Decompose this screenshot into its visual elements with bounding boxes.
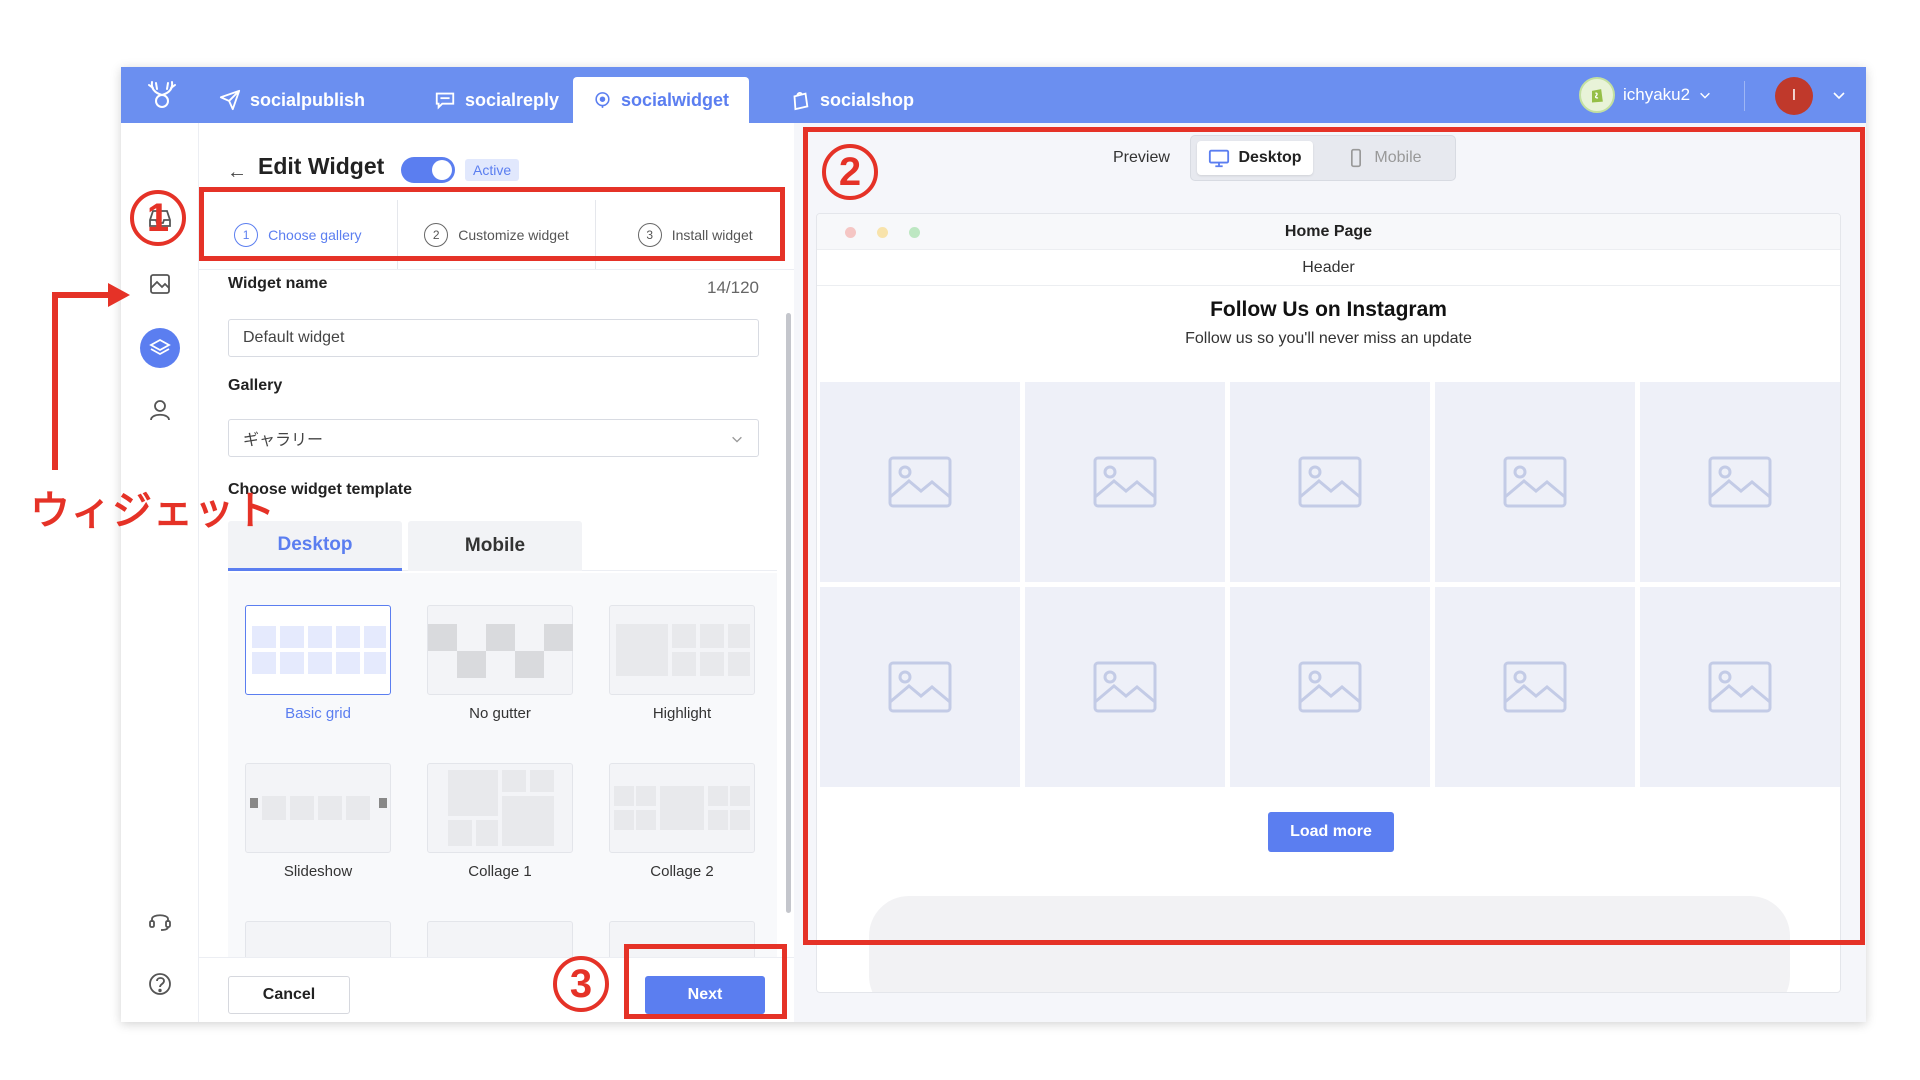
store-name: ichyaku2 [1623,85,1691,104]
template-thumbnail [245,605,391,695]
template-label: Collage 2 [650,863,714,880]
annotation-arrow [52,292,112,298]
annotation-box-next [624,944,787,1019]
annotation-number-3: 3 [553,956,609,1012]
annotation-arrow-head [108,283,130,307]
annotation-number-1: 1 [130,190,186,246]
chevron-down-icon [1700,92,1710,99]
template-collage-1[interactable]: Collage 1 [427,763,573,880]
template-thumbnail [427,921,573,957]
nav-tab-label: socialreply [465,89,560,110]
gallery-label: Gallery [228,377,283,394]
template-more[interactable] [427,921,573,957]
widget-active-toggle[interactable] [401,157,455,183]
template-thumbnail [427,763,573,853]
template-no-gutter[interactable]: No gutter [427,605,573,722]
widget-pin-icon [595,92,610,108]
nav-tab-socialpublish[interactable]: socialpublish [199,77,385,123]
nav-tab-socialshop[interactable]: socialshop [769,77,934,123]
template-device-tabs: Desktop Mobile [228,521,777,571]
template-thumbnail [609,763,755,853]
template-label: Collage 1 [468,863,532,880]
top-navigation: socialpublish socialreply socialwidget s… [121,67,1866,123]
user-avatar[interactable]: I [1775,77,1813,115]
tab-mobile[interactable]: Mobile [408,521,582,571]
template-grid: Basic grid No gutter Highlight Slideshow… [228,573,777,957]
panel-scrollbar[interactable] [786,313,791,913]
chat-reply-icon [435,92,455,110]
nav-tab-label: socialshop [820,89,915,110]
widget-layers-icon[interactable] [140,328,180,368]
template-label: No gutter [469,705,531,722]
template-more[interactable] [245,921,391,957]
template-slideshow[interactable]: Slideshow [245,763,391,880]
widget-name-label: Widget name [228,275,328,292]
template-collage-2[interactable]: Collage 2 [609,763,755,880]
store-switcher[interactable]: ichyaku2 [1579,77,1712,113]
nav-tab-socialwidget[interactable]: socialwidget [573,77,749,123]
gallery-icon[interactable] [145,269,175,299]
status-badge: Active [465,159,520,181]
shopping-bag-icon [793,91,809,111]
page-title: Edit Widget [258,153,385,179]
annotation-box-steps [199,187,785,261]
template-basic-grid[interactable]: Basic grid [245,605,391,722]
widget-name-input[interactable]: Default widget [228,319,759,357]
help-icon[interactable] [145,969,175,999]
template-label: Slideshow [283,863,353,880]
nav-tab-socialreply[interactable]: socialreply [414,77,579,123]
antler-logo-icon[interactable] [145,79,179,111]
character-count: 14/120 [707,278,759,297]
gallery-select[interactable]: ギャラリー [228,419,759,457]
support-headset-icon[interactable] [145,905,175,935]
user-icon[interactable] [145,395,175,425]
cancel-button[interactable]: Cancel [228,976,350,1014]
template-label: Highlight [652,705,712,722]
nav-divider [1744,81,1745,111]
template-thumbnail [609,605,755,695]
chevron-down-icon [732,436,742,443]
nav-tab-label: socialwidget [620,89,729,110]
paper-plane-icon [219,89,241,111]
gallery-select-value: ギャラリー [243,432,324,449]
template-thumbnail [245,763,391,853]
annotation-widget-note: ウィジェット [30,489,276,533]
annotation-arrow [52,292,58,470]
shopify-icon [1579,77,1615,113]
toggle-knob [432,160,452,180]
left-sidebar [121,123,199,1022]
back-arrow-icon[interactable]: ← [227,161,247,184]
nav-tab-label: socialpublish [250,89,366,110]
annotation-number-2: 2 [822,144,878,200]
annotation-box-preview [803,127,1865,945]
template-highlight[interactable]: Highlight [609,605,755,722]
template-label: Basic grid [285,705,351,722]
chevron-down-icon[interactable] [1831,87,1847,103]
template-thumbnail [245,921,391,957]
template-thumbnail [427,605,573,695]
